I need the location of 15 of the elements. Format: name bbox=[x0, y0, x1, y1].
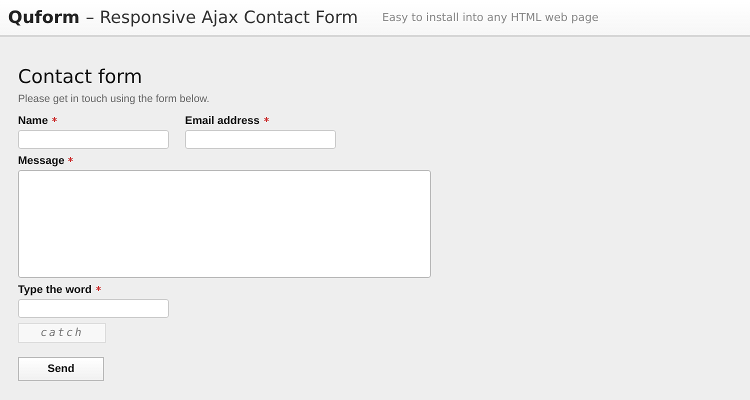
captcha-image: catch bbox=[18, 323, 106, 343]
form-title: Contact form bbox=[18, 65, 144, 89]
form-description: Please get in touch using the form below. bbox=[18, 93, 210, 105]
message-field[interactable] bbox=[18, 170, 431, 278]
field-label: Email address bbox=[185, 115, 260, 127]
input-field[interactable] bbox=[185, 130, 336, 149]
field-label: Name bbox=[18, 115, 48, 127]
field-label: Message bbox=[18, 155, 64, 167]
input-field[interactable] bbox=[18, 130, 169, 149]
site-title: – Responsive Ajax Contact Form bbox=[86, 8, 358, 28]
site-tagline: Easy to install into any HTML web page bbox=[382, 11, 599, 24]
site-logo: Quform bbox=[8, 8, 80, 28]
send-button[interactable]: Send bbox=[18, 357, 104, 381]
input-field[interactable] bbox=[18, 299, 169, 318]
field-label: Type the word bbox=[18, 284, 92, 296]
